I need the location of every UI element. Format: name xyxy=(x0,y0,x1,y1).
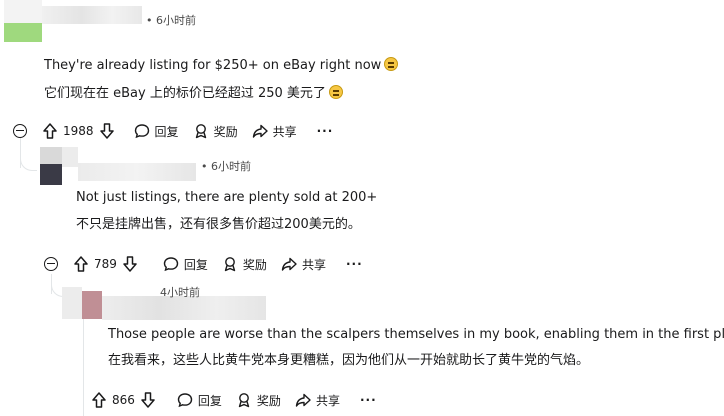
award-button[interactable]: 奖励 xyxy=(193,123,238,140)
share-icon xyxy=(252,124,268,138)
comment-time: 4小时前 xyxy=(160,286,200,299)
comment-text-en: Those people are worse than the scalpers… xyxy=(108,327,724,342)
award-icon xyxy=(224,257,236,272)
upvote-icon[interactable] xyxy=(43,123,57,139)
reply-label: 回复 xyxy=(154,124,179,139)
share-button[interactable]: 共享 xyxy=(281,256,326,273)
comment-text-zh: 不只是挂牌出售，还有很多售价超过200美元的。 xyxy=(76,217,361,232)
upvote-icon[interactable] xyxy=(74,256,88,272)
more-options-icon[interactable]: ··· xyxy=(317,124,334,138)
reply-label: 回复 xyxy=(183,257,208,272)
thread-connector xyxy=(20,158,37,171)
collapse-icon[interactable] xyxy=(44,257,58,271)
comment-actions: 1988 回复 奖励 共享 ··· xyxy=(13,121,347,141)
more-options-icon[interactable]: ··· xyxy=(346,257,363,271)
vote-count: 1988 xyxy=(63,124,94,138)
comment-time: • 6小时前 xyxy=(146,14,196,27)
avatar[interactable] xyxy=(62,287,82,319)
award-icon xyxy=(238,393,250,408)
award-button[interactable]: 奖励 xyxy=(222,256,267,273)
reply-button[interactable]: 回复 xyxy=(163,256,208,273)
reply-icon xyxy=(163,257,179,272)
reply-icon xyxy=(177,393,193,408)
avatar-redacted xyxy=(62,147,78,167)
vote-count: 789 xyxy=(94,257,117,271)
award-label: 奖励 xyxy=(256,393,281,408)
collapse-icon[interactable] xyxy=(13,124,27,138)
reply-button[interactable]: 回复 xyxy=(134,123,179,140)
more-options-icon[interactable]: ··· xyxy=(360,393,377,407)
downvote-icon[interactable] xyxy=(141,392,155,408)
reply-icon xyxy=(134,124,149,139)
comment-text-zh: 在我看来，这些人比黄牛党本身更糟糕，因为他们从一开始就助长了黄牛党的气焰。 xyxy=(108,353,590,368)
reply-label: 回复 xyxy=(197,393,222,408)
username-redacted[interactable] xyxy=(42,6,142,24)
downvote-icon[interactable] xyxy=(123,256,137,272)
comment-text-en: Not just listings, there are plenty sold… xyxy=(76,190,378,205)
avatar[interactable] xyxy=(4,0,42,42)
avatar-redacted xyxy=(82,291,102,319)
comment-actions: 866 回复 奖励 共享 ··· xyxy=(80,390,391,410)
award-label: 奖励 xyxy=(242,257,267,272)
avatar[interactable] xyxy=(40,147,62,185)
downvote-icon[interactable] xyxy=(99,123,114,139)
vote-group: 789 xyxy=(74,256,137,272)
share-button[interactable]: 共享 xyxy=(295,392,340,409)
expressionless-face-icon xyxy=(328,85,343,99)
share-label: 共享 xyxy=(315,393,340,408)
comment-time: • 6小时前 xyxy=(201,160,251,173)
comment-text-zh: 它们现在在 eBay 上的标价已经超过 250 美元了 xyxy=(44,85,343,102)
award-label: 奖励 xyxy=(213,124,238,139)
reply-button[interactable]: 回复 xyxy=(177,392,222,409)
share-label: 共享 xyxy=(272,124,297,139)
vote-group: 866 xyxy=(92,392,155,408)
share-icon xyxy=(281,257,297,271)
comment-text-en: They're already listing for $250+ on eBa… xyxy=(44,57,399,74)
share-button[interactable]: 共享 xyxy=(252,123,297,140)
award-icon xyxy=(195,124,206,139)
comment-thread: • 6小时前 They're already listing for $250+… xyxy=(0,0,724,416)
share-icon xyxy=(295,393,311,407)
vote-count: 866 xyxy=(112,393,135,407)
comment-actions: 789 回复 奖励 共享 ··· xyxy=(44,254,377,274)
share-label: 共享 xyxy=(301,257,326,272)
vote-group: 1988 xyxy=(43,123,114,139)
username-redacted[interactable] xyxy=(78,163,196,181)
upvote-icon[interactable] xyxy=(92,392,106,408)
award-button[interactable]: 奖励 xyxy=(236,392,281,409)
expressionless-face-icon xyxy=(384,57,399,71)
